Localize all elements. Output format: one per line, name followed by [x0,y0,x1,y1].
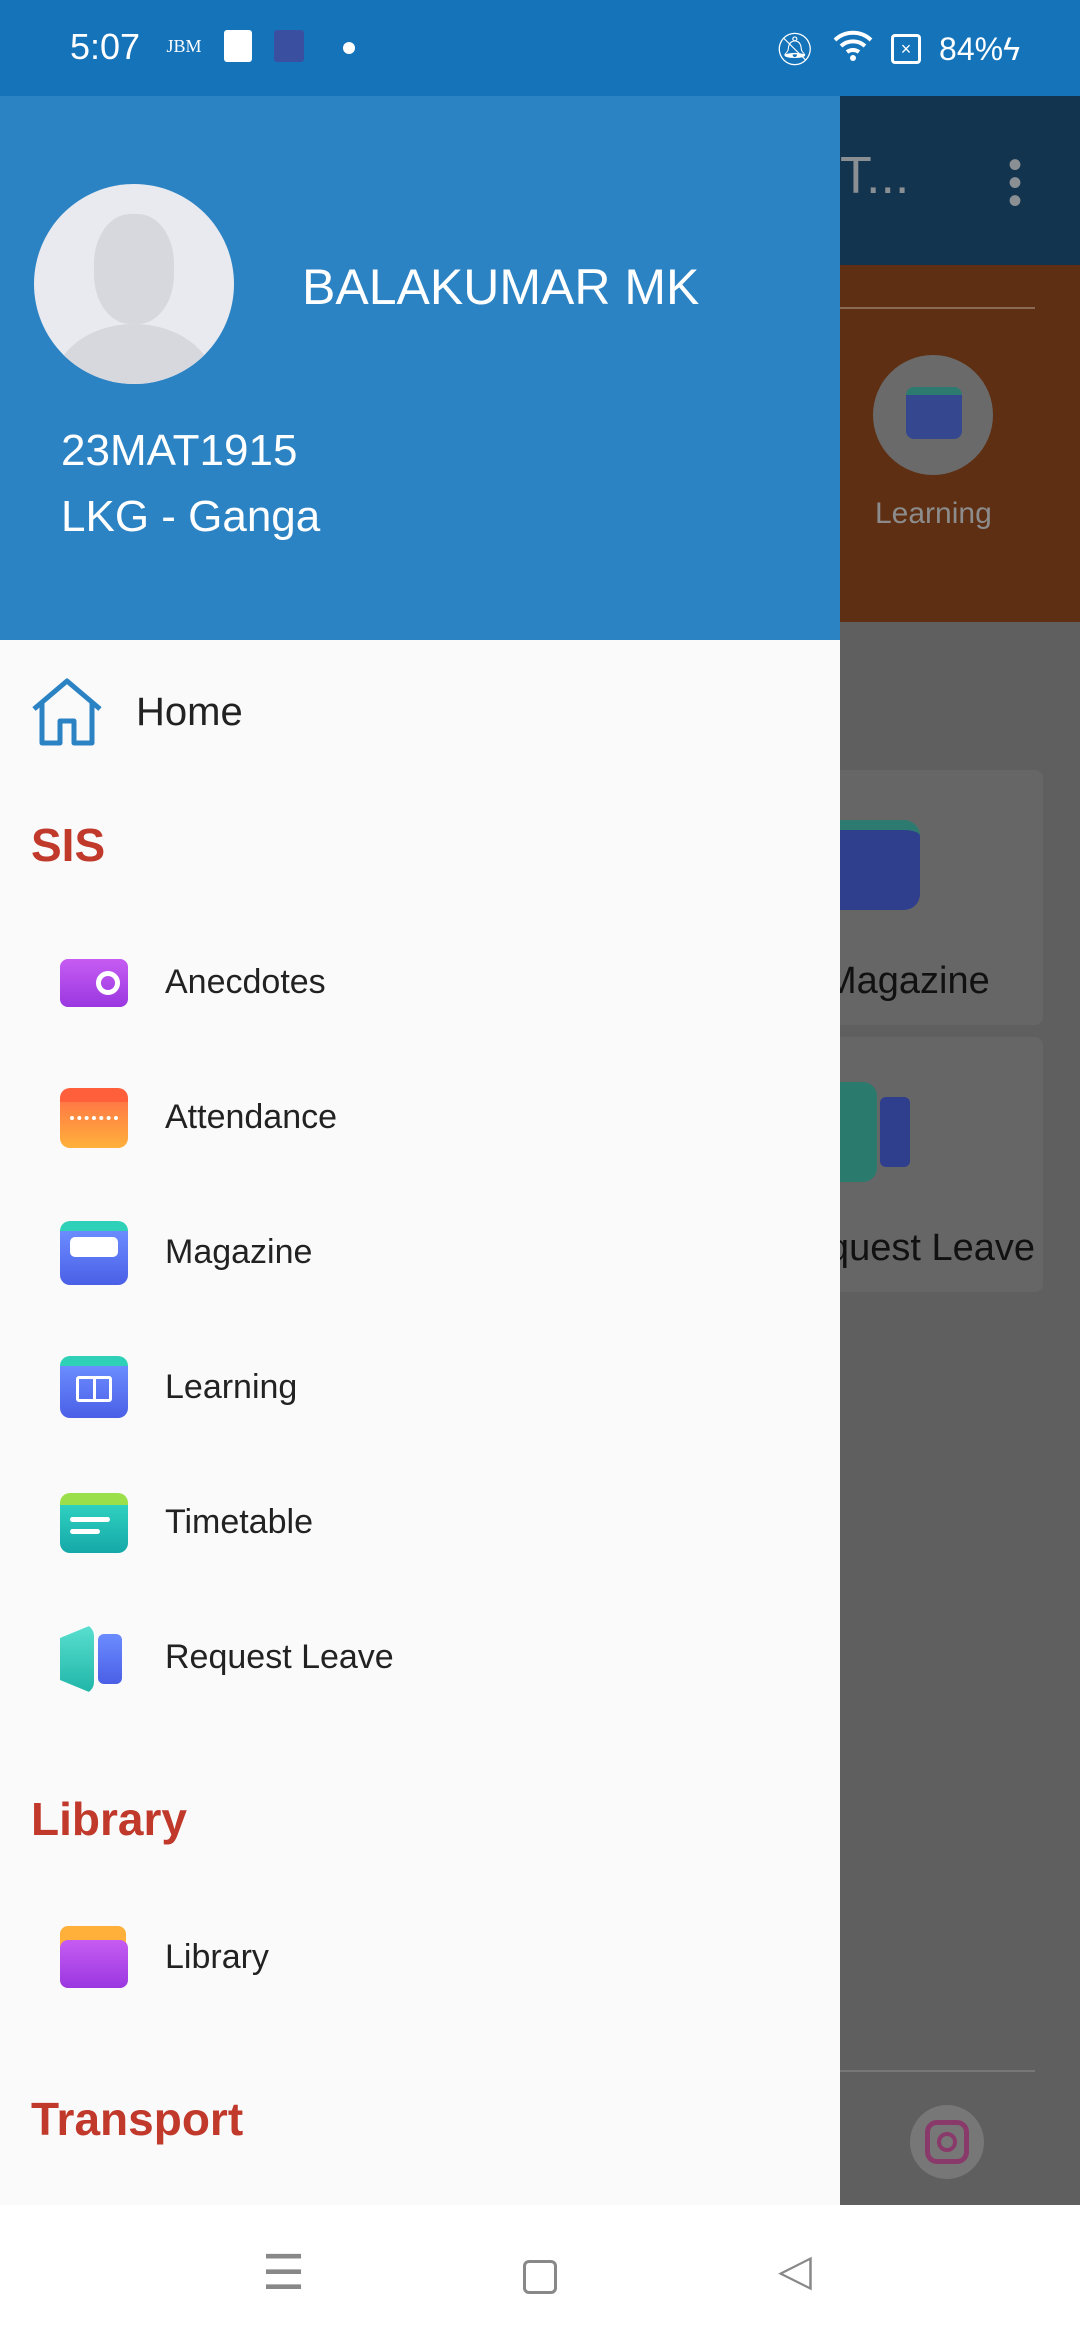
section-title-transport: Transport [31,2093,244,2145]
wifi-icon [833,28,873,70]
background-title: T... [840,147,910,205]
bell-off-icon: 🔕︎ [774,31,816,67]
system-status: 🔕︎ × 84% ϟ [774,28,1020,70]
home-button[interactable] [523,2260,557,2294]
learning-label: Learning [875,497,992,530]
system-navigation-bar: ☰ ◁ [0,2205,1080,2340]
background-card-request-leave: Request Leave [825,1037,1043,1292]
drawer-item-magazine[interactable]: Magazine [0,1197,840,1307]
folder-icon [58,1922,132,1992]
avatar[interactable] [34,184,234,384]
background-banner: Learning [840,265,1080,622]
student-id: 23MAT1915 [61,426,298,475]
sim-off-icon: × [891,34,922,64]
section-title-library: Library [31,1793,187,1845]
drawer-item-learning[interactable]: Learning [0,1332,840,1442]
timetable-icon [58,1487,132,1557]
door-icon [58,1622,132,1694]
home-label: Home [136,689,243,734]
background-app-bar: T... • • • [840,96,1080,265]
student-class: LKG - Ganga [61,492,321,541]
app-icon [224,30,252,62]
clock: 5:07 [70,26,141,67]
recent-apps-button[interactable]: ☰ [262,2245,305,2301]
jbm-school-icon: JBM [166,35,202,56]
magazine-icon [58,1217,132,1287]
background-card-magazine: Magazine [825,770,1043,1025]
drawer-item-library[interactable]: Library [0,1902,840,2012]
back-button[interactable]: ◁ [778,2245,812,2296]
section-title-sis: SIS [31,819,106,871]
charging-icon: ϟ [1003,30,1020,67]
user-name: BALAKUMAR MK [302,259,700,315]
drawer-item-home[interactable]: Home [0,668,840,756]
more-icon: • • • [1007,143,1022,223]
drawer-item-timetable[interactable]: Timetable [0,1467,840,1577]
book-icon [58,1352,132,1422]
navigation-drawer: BALAKUMAR MK 23MAT1915 LKG - Ganga Home … [0,96,840,2205]
instagram-icon[interactable] [910,2105,984,2179]
drawer-item-request-leave[interactable]: Request Leave [0,1602,840,1712]
status-bar: 5:07 JBM 🔕︎ × 84% ϟ [0,0,1080,96]
drawer-header: BALAKUMAR MK 23MAT1915 LKG - Ganga [0,96,840,640]
camera-icon [58,947,132,1017]
school-building-icon [274,30,304,62]
calendar-icon [58,1082,132,1152]
home-icon [32,678,102,746]
learning-icon [873,355,993,475]
battery-level: 84% [939,30,1004,67]
drawer-item-anecdotes[interactable]: Anecdotes [0,927,840,1037]
dot-icon [343,42,355,54]
drawer-item-attendance[interactable]: Attendance [0,1062,840,1172]
